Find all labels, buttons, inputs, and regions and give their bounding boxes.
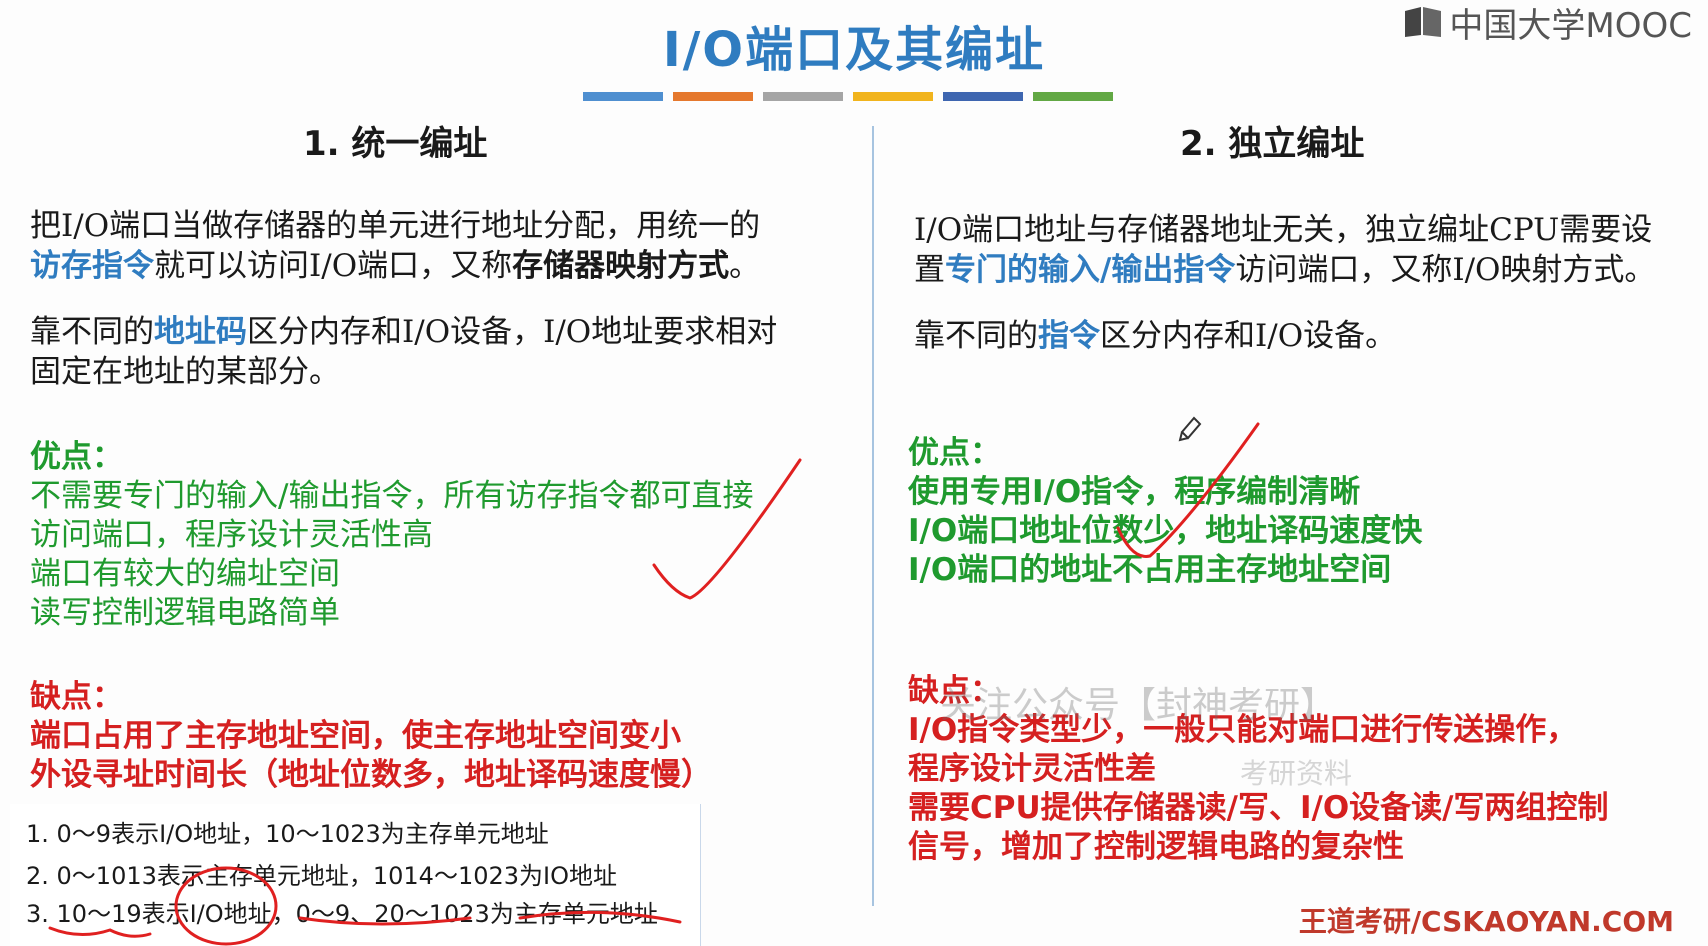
circle-mark — [174, 866, 278, 946]
underline-mark — [48, 926, 152, 938]
left-checkmark — [652, 458, 802, 600]
underline-mark — [298, 916, 472, 926]
pencil-icon — [1178, 416, 1202, 442]
underline-mark — [518, 910, 682, 924]
right-checkmark — [1116, 422, 1260, 558]
annotation-layer — [48, 416, 1260, 946]
slide: I/O端口及其编址 中国大学MOOC 1. 统一编址 把I/O端口当做存储器的单… — [0, 0, 1708, 946]
